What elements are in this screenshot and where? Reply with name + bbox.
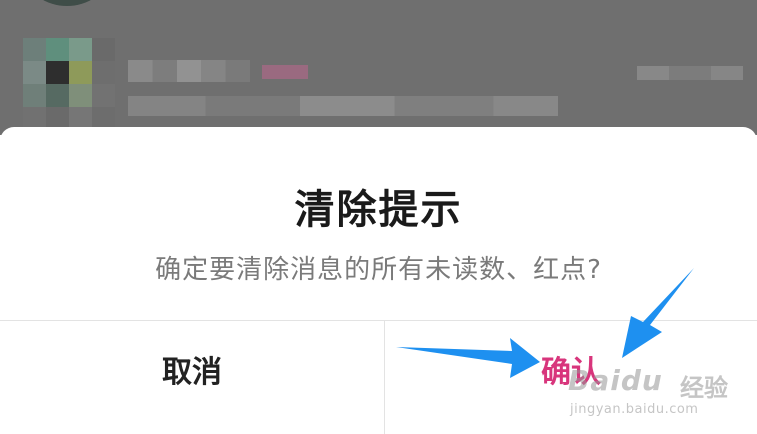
dialog-title: 清除提示: [294, 187, 463, 233]
baidu-watermark: Baidu 经验 jingyan.baidu.com: [568, 364, 738, 424]
dimmed-background: [0, 0, 757, 135]
background-conversation-name: [128, 60, 250, 82]
watermark-url: jingyan.baidu.com: [570, 402, 699, 417]
background-conversation-avatar: [23, 38, 115, 130]
background-timestamp: [637, 66, 743, 80]
dialog-message: 确定要清除消息的所有未读数、红点?: [155, 255, 602, 285]
background-avatar: [28, 0, 106, 6]
background-tag: [262, 65, 308, 79]
background-message-preview: [128, 96, 558, 116]
cancel-button[interactable]: 取消: [0, 321, 384, 434]
watermark-logo-suffix: 经验: [680, 374, 728, 402]
watermark-logo: Baidu: [568, 364, 663, 397]
